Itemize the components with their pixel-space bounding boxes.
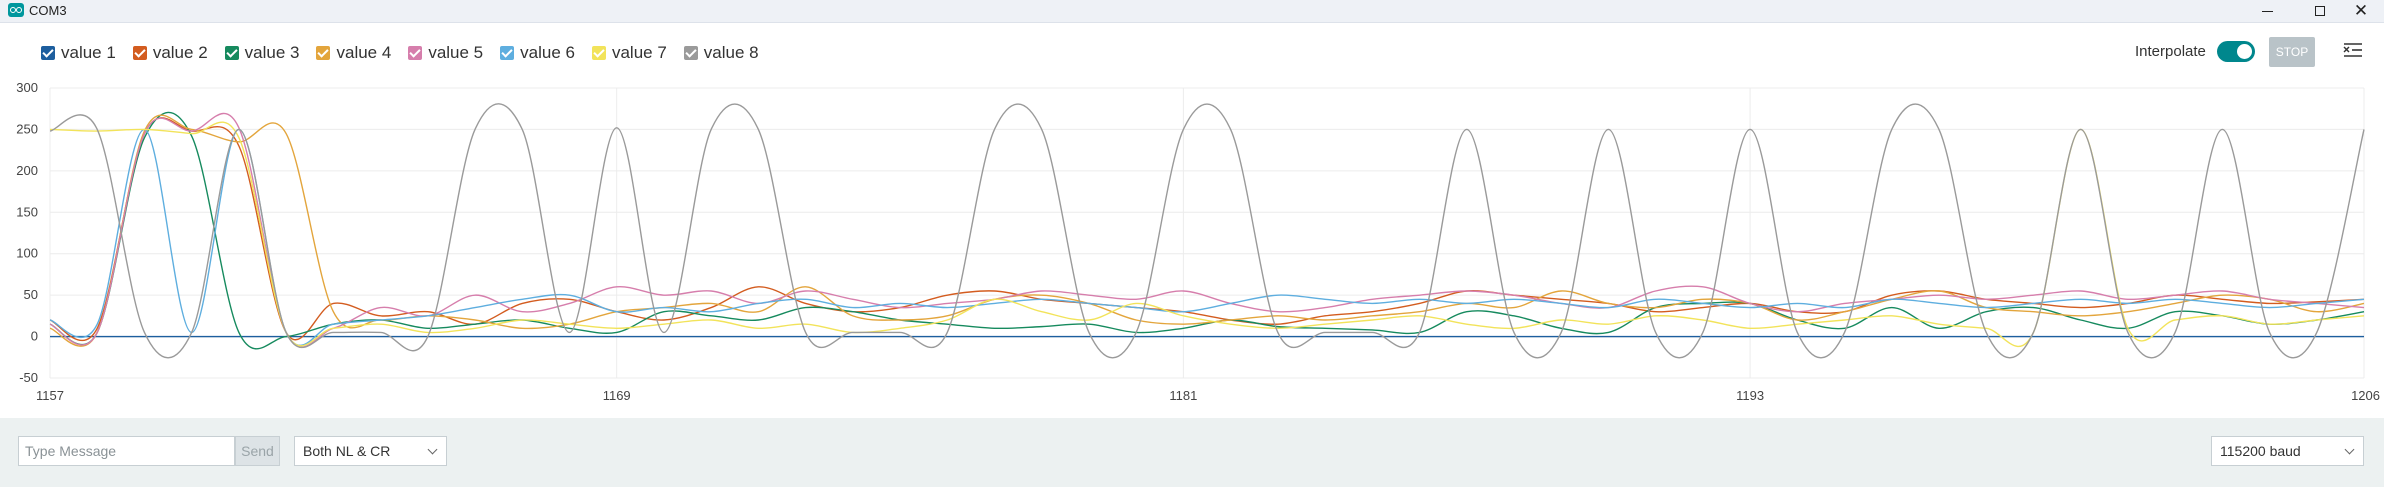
checkbox-checked-icon[interactable] [683, 46, 698, 60]
legend-label: value 3 [244, 43, 300, 62]
y-tick-label: 250 [16, 121, 38, 136]
maximize-button[interactable] [2297, 0, 2343, 22]
legend-item-value-4[interactable]: value 4 [316, 43, 391, 63]
y-tick-label: 0 [31, 329, 38, 344]
checkbox-checked-icon[interactable] [132, 46, 147, 60]
line-ending-value: Both NL & CR [303, 443, 391, 459]
checkbox-checked-icon[interactable] [500, 46, 515, 60]
y-tick-label: 300 [16, 80, 38, 95]
maximize-icon [2315, 6, 2325, 16]
minimize-icon [2261, 10, 2273, 12]
chevron-down-icon [427, 444, 438, 455]
minimize-button[interactable] [2244, 0, 2290, 22]
baud-rate-value: 115200 baud [2220, 443, 2301, 459]
close-button[interactable]: ✕ [2338, 0, 2384, 22]
x-tick-label: 1169 [603, 388, 631, 403]
line-ending-select[interactable]: Both NL & CR [294, 436, 447, 466]
legend-label: value 8 [703, 43, 759, 62]
series-line-value-6 [49, 128, 2365, 347]
clear-list-icon [2343, 43, 2362, 57]
series-line-value-5 [49, 112, 2365, 348]
legend-item-value-1[interactable]: value 1 [41, 43, 116, 63]
series-line-value-3 [49, 111, 2365, 350]
series-legend: value 1 value 2 value 3 value 4 value 5 … [41, 40, 776, 66]
series-line-value-4 [49, 114, 2365, 347]
x-tick-label: 1206 [2351, 388, 2380, 403]
checkbox-checked-icon[interactable] [591, 46, 606, 60]
x-tick-label: 1193 [1736, 388, 1764, 403]
title-bar: COM3 ✕ [0, 0, 2384, 23]
send-button[interactable]: Send [235, 436, 280, 466]
plot-area: -50 0 50 100 150 200 250 300 1157 1169 1181 1193 120… [0, 78, 2384, 418]
legend-item-value-2[interactable]: value 2 [132, 43, 208, 63]
y-tick-label: 100 [16, 246, 38, 261]
legend-label: value 5 [428, 43, 484, 62]
y-tick-label: 50 [24, 287, 38, 302]
chevron-down-icon [2344, 444, 2355, 455]
arduino-serial-icon [8, 3, 24, 17]
legend-item-value-6[interactable]: value 6 [500, 43, 575, 63]
legend-item-value-7[interactable]: value 7 [591, 43, 667, 63]
legend-label: value 7 [611, 43, 667, 62]
baud-rate-select[interactable]: 115200 baud [2211, 436, 2364, 466]
interpolate-toggle[interactable] [2217, 41, 2255, 62]
close-icon: ✕ [2353, 1, 2369, 20]
legend-item-value-3[interactable]: value 3 [224, 43, 300, 63]
line-chart: -50 0 50 100 150 200 250 300 1157 1169 1181 1193 120… [16, 80, 2380, 403]
legend-item-value-5[interactable]: value 5 [408, 43, 483, 63]
message-input[interactable] [18, 436, 235, 466]
checkbox-checked-icon[interactable] [316, 46, 331, 60]
checkbox-checked-icon[interactable] [41, 46, 55, 60]
checkbox-checked-icon[interactable] [408, 46, 423, 60]
toggle-knob [2237, 44, 2252, 59]
stop-button[interactable]: STOP [2269, 37, 2315, 67]
clear-button[interactable] [2342, 39, 2364, 63]
y-tick-label: 150 [16, 204, 38, 219]
legend-label: value 1 [61, 43, 116, 62]
legend-label: value 2 [152, 43, 208, 62]
window-title: COM3 [29, 3, 67, 18]
x-tick-label: 1157 [36, 388, 64, 403]
series-line-value-7 [49, 121, 2365, 348]
interpolate-label: Interpolate [2135, 43, 2206, 60]
legend-item-value-8[interactable]: value 8 [683, 43, 759, 63]
y-tick-label: 200 [16, 163, 38, 178]
legend-label: value 6 [520, 43, 575, 62]
y-tick-label: -50 [19, 370, 38, 385]
x-tick-label: 1181 [1169, 388, 1197, 403]
legend-label: value 4 [336, 43, 392, 62]
checkbox-checked-icon[interactable] [224, 46, 239, 60]
